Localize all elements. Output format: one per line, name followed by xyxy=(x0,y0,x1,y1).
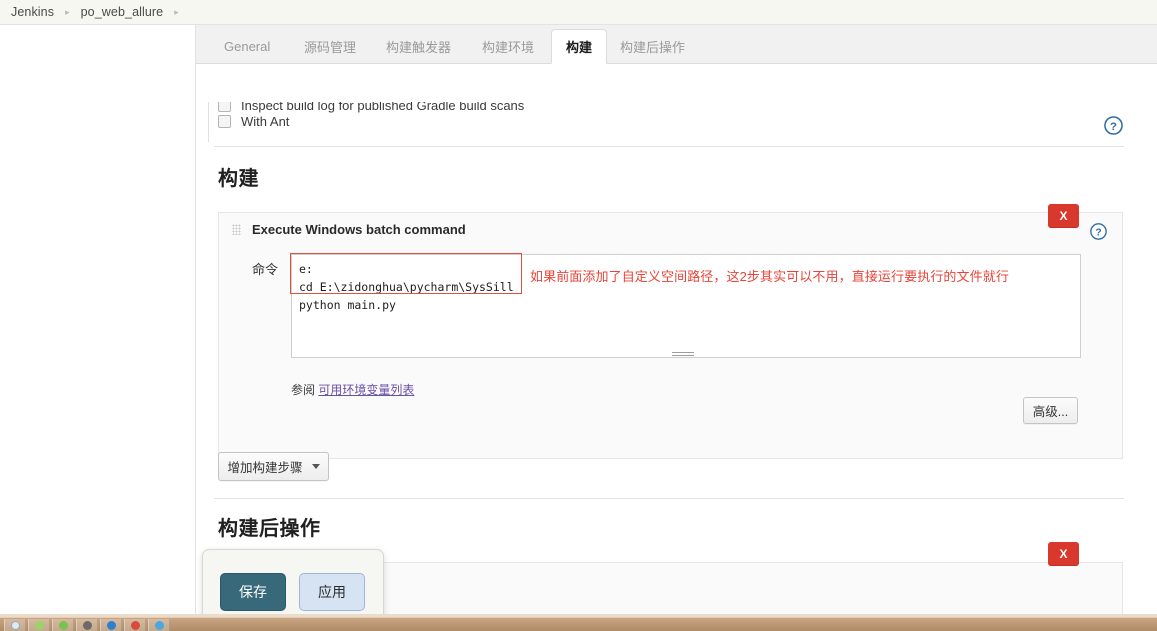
left-sidebar-pane xyxy=(0,25,196,631)
env-vars-help: 参阅 可用环境变量列表 xyxy=(291,381,414,398)
breadcrumb: Jenkins ▸ po_web_allure ▸ xyxy=(0,0,1157,25)
gradle-scan-option[interactable]: Inspect build log for published Gradle b… xyxy=(218,102,524,113)
taskbar-icon-app4[interactable] xyxy=(100,618,122,631)
jenkins-config-page: Jenkins ▸ po_web_allure ▸ General 源码管理 构… xyxy=(0,0,1157,631)
option-group-rule xyxy=(208,102,209,142)
textarea-resize-handle[interactable] xyxy=(672,352,694,359)
taskbar-icon-browser[interactable] xyxy=(4,618,26,631)
env-vars-link[interactable]: 可用环境变量列表 xyxy=(318,383,414,397)
svg-text:?: ? xyxy=(1095,227,1101,238)
taskbar-icon-app1[interactable] xyxy=(28,618,50,631)
breadcrumb-item-project[interactable]: po_web_allure xyxy=(81,5,164,19)
taskbar-icon-app6[interactable] xyxy=(148,618,170,631)
breadcrumb-item-jenkins[interactable]: Jenkins xyxy=(11,5,54,19)
help-icon[interactable]: ? xyxy=(1104,116,1123,135)
taskbar-icon-app5[interactable] xyxy=(124,618,146,631)
with-ant-option[interactable]: With Ant xyxy=(218,114,289,129)
tab-scm[interactable]: 源码管理 xyxy=(290,29,370,64)
gradle-scan-row-clip: Inspect build log for published Gradle b… xyxy=(196,102,1157,120)
advanced-button[interactable]: 高级... xyxy=(1023,397,1078,424)
with-ant-label: With Ant xyxy=(241,114,290,129)
svg-text:?: ? xyxy=(1110,121,1117,133)
delete-build-step-button[interactable]: X xyxy=(1048,204,1079,228)
build-section-heading: 构建 xyxy=(218,168,259,190)
tab-build-env[interactable]: 构建环境 xyxy=(468,29,548,64)
config-form-body: Inspect build log for published Gradle b… xyxy=(196,63,1157,631)
os-taskbar xyxy=(0,617,1157,631)
gradle-scan-checkbox[interactable] xyxy=(218,102,231,112)
drag-handle-icon[interactable] xyxy=(232,224,241,235)
taskbar-icon-app3[interactable] xyxy=(76,618,98,631)
tab-general[interactable]: General xyxy=(210,29,284,64)
add-build-step-label: 增加构建步骤 xyxy=(227,461,303,475)
add-build-step-button[interactable]: 增加构建步骤 xyxy=(218,452,329,481)
taskbar-icon-app2[interactable] xyxy=(52,618,74,631)
delete-post-build-step-button[interactable]: X xyxy=(1048,542,1079,566)
with-ant-checkbox[interactable] xyxy=(218,115,231,128)
tab-build-triggers[interactable]: 构建触发器 xyxy=(372,29,465,64)
tab-post-build[interactable]: 构建后操作 xyxy=(606,29,699,64)
build-step-help-icon[interactable]: ? xyxy=(1090,223,1107,240)
tab-build[interactable]: 构建 xyxy=(551,29,608,64)
post-build-section-heading: 构建后操作 xyxy=(218,518,321,540)
taskbar-icon-group xyxy=(4,618,172,631)
command-field-label: 命令 xyxy=(252,262,279,277)
save-button[interactable]: 保存 xyxy=(220,573,286,611)
see-also-prefix: 参阅 xyxy=(291,383,316,397)
chevron-down-icon xyxy=(311,464,320,469)
gradle-scan-label: Inspect build log for published Gradle b… xyxy=(241,102,525,113)
apply-button[interactable]: 应用 xyxy=(299,573,365,611)
annotation-note: 如果前面添加了自定义空间路径，这2步其实可以不用，直接运行要执行的文件就行 xyxy=(530,269,1009,284)
breadcrumb-separator-icon: ▸ xyxy=(65,6,70,17)
config-tabbar: General 源码管理 构建触发器 构建环境 构建 构建后操作 xyxy=(196,25,1157,64)
build-step-title: Execute Windows batch command xyxy=(252,222,466,237)
main-content: General 源码管理 构建触发器 构建环境 构建 构建后操作 Inspect… xyxy=(196,25,1157,631)
divider-above-post-build xyxy=(214,498,1124,499)
breadcrumb-dropdown-icon[interactable]: ▸ xyxy=(174,7,179,17)
divider-above-build xyxy=(214,146,1124,147)
